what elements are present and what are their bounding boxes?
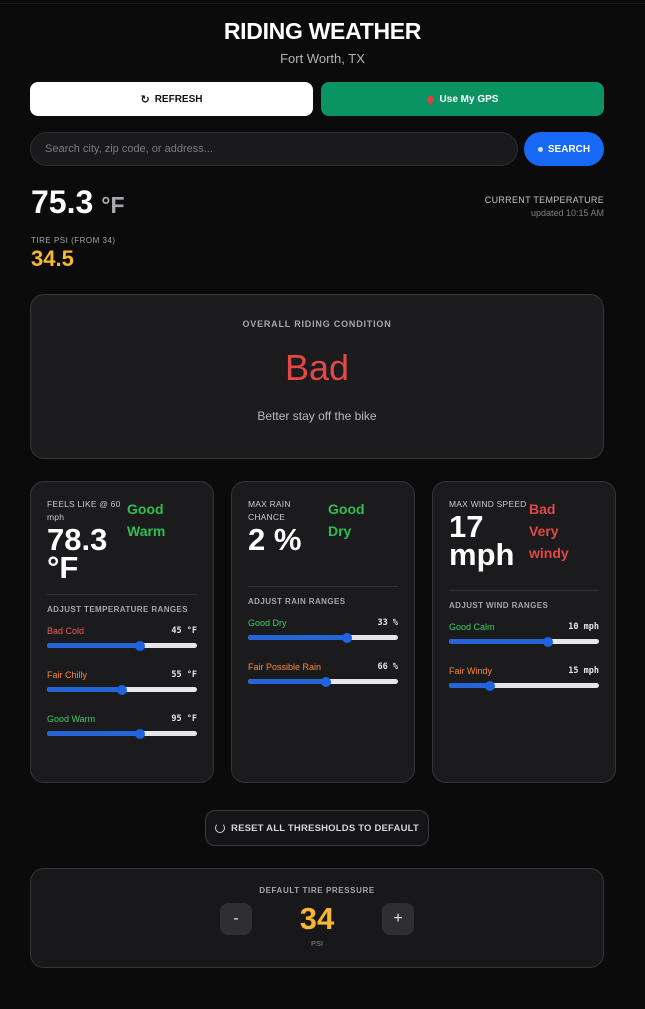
wind-status: Bad Very windy <box>529 498 599 578</box>
slider-label: Fair Chilly <box>47 670 88 680</box>
location-pin-icon <box>425 94 435 104</box>
divider <box>248 586 398 587</box>
tire-pressure-card: DEFAULT TIRE PRESSURE - 34 + PSI <box>30 868 604 968</box>
updated-time: updated 10:15 AM <box>530 208 604 218</box>
search-button-label: SEARCH <box>547 143 591 155</box>
feels-like-label: FEELS LIKE @ 60 mph <box>47 499 121 522</box>
temp-slider-good-warm: Good Warm 95 °F <box>47 714 197 739</box>
rain-status-sub: Dry <box>328 523 352 539</box>
current-temperature: 75.3 °F <box>31 184 125 221</box>
overall-condition-status: Bad <box>284 347 350 388</box>
wind-status-sub: Very windy <box>529 523 569 561</box>
divider <box>47 594 197 595</box>
decrease-pressure-button[interactable]: - <box>220 903 252 935</box>
slider-track[interactable] <box>47 728 197 739</box>
slider-label: Good Dry <box>248 618 287 628</box>
slider-thumb[interactable] <box>342 632 352 643</box>
reset-thresholds-button[interactable]: RESET ALL THRESHOLDS TO DEFAULT <box>205 810 429 846</box>
refresh-icon: ↻ <box>140 93 150 106</box>
temperature-value: 75.3 <box>31 184 94 220</box>
temperature-status-main: Good <box>127 501 164 517</box>
wind-card: MAX WIND SPEED 17 mph Bad Very windy ADJ… <box>432 481 616 783</box>
rain-chance-value: 2 % <box>248 522 302 557</box>
wind-speed-value: 17 mph <box>449 509 515 572</box>
slider-value: 33 % <box>377 618 398 628</box>
overall-condition-card: OVERALL RIDING CONDITION Bad Better stay… <box>30 294 604 459</box>
rain-status-main: Good <box>328 501 365 517</box>
tire-psi-label: TIRE PSI (FROM 34) <box>31 236 116 245</box>
rain-chance-label: MAX RAIN CHANCE <box>248 499 291 522</box>
adjust-rain-label: ADJUST RAIN RANGES <box>248 597 346 606</box>
rain-status: Good Dry <box>328 498 398 578</box>
wind-slider-fair-windy: Fair Windy 15 mph <box>449 666 599 691</box>
temperature-status: Good Warm <box>127 498 197 582</box>
slider-label: Bad Cold <box>47 626 85 636</box>
slider-thumb[interactable] <box>117 684 127 695</box>
temperature-status-sub: Warm <box>127 523 166 539</box>
feels-like-value: 78.3 °F <box>47 522 108 585</box>
slider-track[interactable] <box>47 684 197 695</box>
slider-track[interactable] <box>248 676 398 687</box>
search-row: SEARCH <box>30 132 604 166</box>
rain-slider-fair-possible-rain: Fair Possible Rain 66 % <box>248 662 398 687</box>
temperature-info: CURRENT TEMPERATURE updated 10:15 AM <box>485 195 604 218</box>
current-temperature-label: CURRENT TEMPERATURE <box>484 195 604 205</box>
rain-card: MAX RAIN CHANCE 2 % Good Dry ADJUST RAIN… <box>231 481 415 783</box>
tire-pressure-label: DEFAULT TIRE PRESSURE <box>259 886 375 895</box>
slider-thumb[interactable] <box>543 636 553 647</box>
overall-condition-description: Better stay off the bike <box>257 409 377 423</box>
slider-value: 55 °F <box>171 670 197 680</box>
slider-value: 10 mph <box>568 622 599 632</box>
reset-label: RESET ALL THRESHOLDS TO DEFAULT <box>231 822 419 834</box>
slider-label: Fair Possible Rain <box>248 662 322 672</box>
app-title: RIDING WEATHER <box>223 18 422 44</box>
temp-slider-bad-cold: Bad Cold 45 °F <box>47 626 197 651</box>
slider-thumb[interactable] <box>135 728 145 739</box>
increase-pressure-button[interactable]: + <box>382 903 414 935</box>
tire-psi-value: 34.5 <box>31 246 74 271</box>
search-button[interactable]: SEARCH <box>524 132 604 166</box>
search-dot-icon <box>537 146 543 152</box>
wind-slider-good-calm: Good Calm 10 mph <box>449 622 599 647</box>
action-row: ↻ REFRESH Use My GPS <box>30 82 604 116</box>
app-header: RIDING WEATHER Fort Worth, TX <box>0 18 645 66</box>
refresh-button[interactable]: ↻ REFRESH <box>30 82 313 116</box>
adjust-temperature-label: ADJUST TEMPERATURE RANGES <box>47 605 188 614</box>
temperature-unit: °F <box>101 192 125 218</box>
slider-thumb[interactable] <box>484 680 495 691</box>
temp-slider-fair-chilly: Fair Chilly 55 °F <box>47 670 197 695</box>
tire-pressure-unit: PSI <box>310 939 324 948</box>
divider <box>449 590 599 591</box>
metric-cards: FEELS LIKE @ 60 mph 78.3 °F Good Warm AD… <box>30 481 616 783</box>
top-edge <box>0 0 645 4</box>
adjust-wind-label: ADJUST WIND RANGES <box>449 601 549 610</box>
search-input[interactable] <box>30 132 518 166</box>
slider-track[interactable] <box>47 640 197 651</box>
location-text: Fort Worth, TX <box>280 51 365 66</box>
use-gps-button[interactable]: Use My GPS <box>321 82 604 116</box>
slider-value: 95 °F <box>171 714 197 724</box>
slider-thumb[interactable] <box>135 640 145 651</box>
rain-slider-good-dry: Good Dry 33 % <box>248 618 398 643</box>
tire-pressure-value: 34 <box>299 901 335 936</box>
reset-icon <box>215 823 226 833</box>
slider-label: Good Warm <box>47 714 96 724</box>
slider-value: 45 °F <box>171 626 197 636</box>
slider-value: 66 % <box>377 662 398 672</box>
slider-track[interactable] <box>449 636 599 647</box>
slider-label: Fair Windy <box>449 666 493 676</box>
gps-label: Use My GPS <box>439 93 499 105</box>
slider-track[interactable] <box>248 632 398 643</box>
slider-label: Good Calm <box>449 622 495 632</box>
slider-track[interactable] <box>449 680 599 691</box>
refresh-label: REFRESH <box>154 93 203 105</box>
slider-thumb[interactable] <box>321 676 331 687</box>
overall-condition-label: OVERALL RIDING CONDITION <box>242 319 392 329</box>
wind-status-main: Bad <box>529 501 556 517</box>
temperature-card: FEELS LIKE @ 60 mph 78.3 °F Good Warm AD… <box>30 481 214 783</box>
slider-value: 15 mph <box>568 666 599 676</box>
